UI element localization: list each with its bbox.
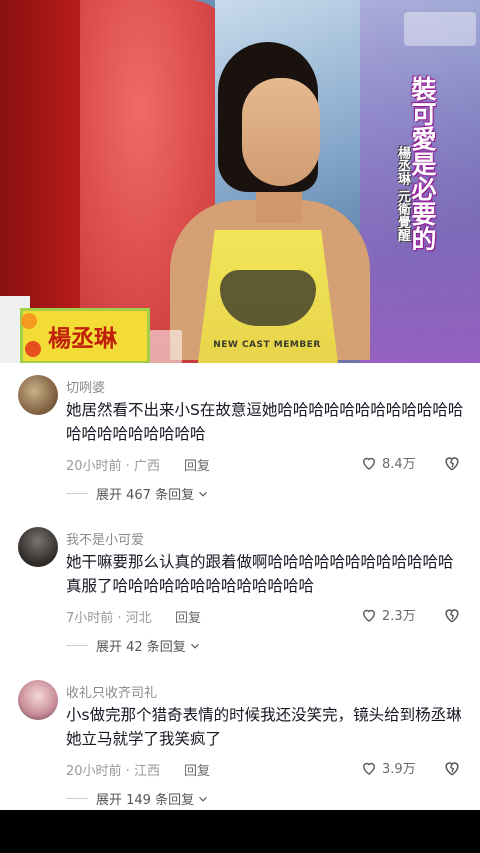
like-button[interactable]: 2.3万 <box>360 605 416 624</box>
heart-icon <box>363 609 375 622</box>
comment-meta: 20小时前 · 江西 <box>66 764 160 779</box>
bottom-bar <box>0 810 480 853</box>
comment-text: 她居然看不出来小S在故意逗她哈哈哈哈哈哈哈哈哈哈哈哈哈哈哈哈哈哈哈哈哈 <box>66 401 464 443</box>
expand-replies[interactable]: 展开 467 条回复 <box>66 484 210 503</box>
divider <box>66 798 88 799</box>
avatar[interactable] <box>18 527 58 567</box>
expand-replies-label: 展开 149 条回复 <box>96 793 195 808</box>
chevron-down-icon <box>190 643 199 649</box>
show-banner: 裝可愛是必要的 楊丞琳 元衛覺醒 <box>395 76 440 281</box>
avatar[interactable] <box>18 375 58 415</box>
expand-replies-label: 展开 467 条回复 <box>96 488 195 503</box>
banner-subtitle: 楊丞琳 元衛覺醒 <box>395 146 410 242</box>
reply-button[interactable]: 回复 <box>175 607 201 626</box>
like-button[interactable]: 8.4万 <box>360 453 416 472</box>
heart-icon <box>363 457 375 470</box>
reply-button[interactable]: 回复 <box>184 455 210 474</box>
watermark-logo <box>404 12 476 46</box>
name-card-text: 楊丞琳 <box>48 325 117 352</box>
shirt-text: NEW CAST MEMBER <box>213 340 321 350</box>
comment-text: 小s做完那个猎奇表情的时候我还没笑完，镜头给到杨丞琳她立马就学了我笑疯了 <box>66 706 462 748</box>
chevron-down-icon <box>199 491 207 497</box>
video-person: NEW CAST MEMBER <box>150 40 390 363</box>
expand-replies[interactable]: 展开 149 条回复 <box>66 789 210 808</box>
water-glass <box>150 330 182 363</box>
comment-meta: 20小时前 · 广西 <box>66 459 160 474</box>
divider <box>66 645 88 646</box>
comments-panel: 切咧婆 她居然看不出来小S在故意逗她哈哈哈哈哈哈哈哈哈哈哈哈哈哈哈哈哈哈哈哈哈 … <box>0 363 480 810</box>
comment-username[interactable]: 收礼只收齐司礼 <box>66 682 157 701</box>
expand-replies[interactable]: 展开 42 条回复 <box>66 636 202 655</box>
dislike-icon[interactable] <box>442 453 462 473</box>
like-count: 8.4万 <box>382 457 416 472</box>
expand-replies-label: 展开 42 条回复 <box>96 640 186 655</box>
like-button[interactable]: 3.9万 <box>360 758 416 777</box>
like-count: 3.9万 <box>382 762 416 777</box>
comment-username[interactable]: 切咧婆 <box>66 377 105 396</box>
banner-title: 裝可愛是必要的 <box>408 76 437 251</box>
like-count: 2.3万 <box>382 609 416 624</box>
name-card: 楊丞琳 <box>20 308 150 363</box>
dislike-icon[interactable] <box>442 605 462 625</box>
reply-button[interactable]: 回复 <box>184 760 210 779</box>
chevron-down-icon <box>199 796 207 802</box>
avatar[interactable] <box>18 680 58 720</box>
dislike-icon[interactable] <box>442 758 462 778</box>
video-player[interactable]: NEW CAST MEMBER 裝可愛是必要的 楊丞琳 元衛覺醒 楊丞琳 <box>0 0 480 363</box>
comment-text: 她干嘛要那么认真的跟着做啊哈哈哈哈哈哈哈哈哈哈哈哈真服了哈哈哈哈哈哈哈哈哈哈哈哈… <box>66 553 454 595</box>
comment-username[interactable]: 我不是小可爱 <box>66 529 144 548</box>
heart-icon <box>363 762 375 775</box>
divider <box>66 493 88 494</box>
comment-meta: 7小时前 · 河北 <box>66 611 152 626</box>
